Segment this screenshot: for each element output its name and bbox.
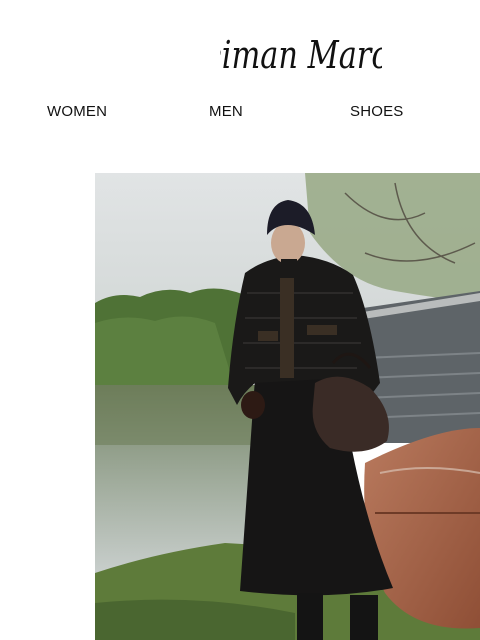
brand-name: Neiman Marcus [220,34,382,79]
boot-right [350,595,378,640]
glove-left [241,391,265,419]
nav-item-men[interactable]: MEN [209,103,243,120]
hero-illustration [95,173,480,640]
model-face [271,222,305,264]
nav-item-shoes[interactable]: SHOES [350,103,404,120]
neiman-marcus-logo[interactable]: Neiman Marcus [220,22,382,84]
boot-left [297,593,323,640]
jacket-placket [280,278,294,378]
nav-item-women[interactable]: WOMEN [47,103,107,120]
hero-image[interactable] [95,173,480,640]
brand-wordmark: Neiman Marcus [220,34,382,79]
main-navigation: WOMEN MEN SHOES [0,103,480,123]
